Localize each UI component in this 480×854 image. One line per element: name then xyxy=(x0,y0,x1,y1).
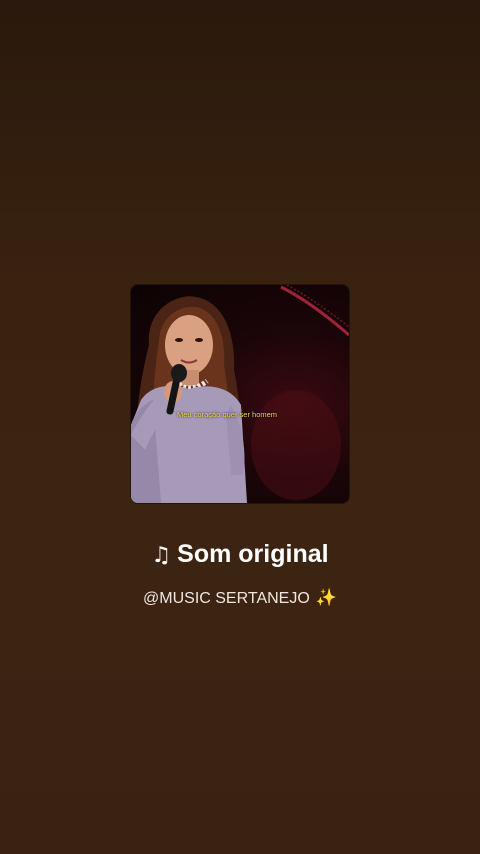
video-caption: Meu coração quer ser homem xyxy=(177,410,278,419)
sound-author[interactable]: @MUSIC SERTANEJO xyxy=(143,590,310,607)
sound-title: Som original xyxy=(177,540,329,568)
performer-photo xyxy=(131,285,349,503)
equalizer-bars-icon xyxy=(319,473,337,491)
sound-title-row: ♫ Som original xyxy=(0,540,480,569)
music-note-icon: ♫ xyxy=(151,543,172,568)
sparkle-icon: ✨ xyxy=(315,588,337,608)
sound-author-row[interactable]: @MUSIC SERTANEJO ✨ xyxy=(0,588,480,608)
sound-cover-image[interactable]: Meu coração quer ser homem xyxy=(131,285,349,503)
